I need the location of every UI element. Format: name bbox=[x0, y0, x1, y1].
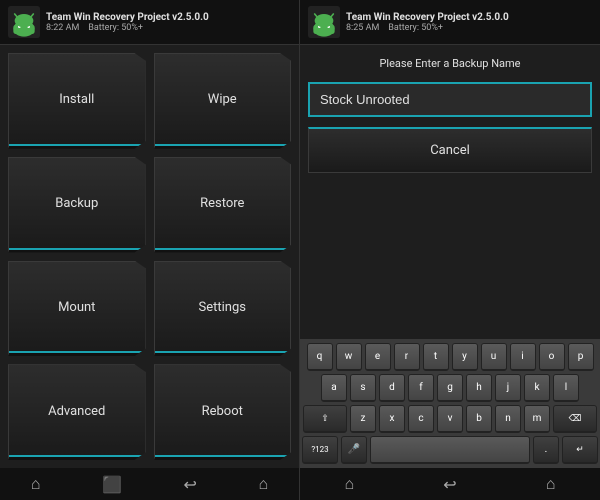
key-u[interactable]: u bbox=[481, 343, 507, 371]
key-e[interactable]: e bbox=[365, 343, 391, 371]
left-nav-bar: ⌂ ⬛ ↩ ⌂ bbox=[0, 468, 299, 500]
backspace-key[interactable]: ⌫ bbox=[553, 405, 597, 433]
left-header: Team Win Recovery Project v2.5.0.0 8:22 … bbox=[0, 0, 299, 45]
backup-prompt: Please Enter a Backup Name bbox=[308, 55, 592, 72]
key-q[interactable]: q bbox=[307, 343, 333, 371]
mount-button[interactable]: Mount bbox=[8, 261, 146, 357]
settings-button[interactable]: Settings bbox=[154, 261, 292, 357]
menu-grid: Install Wipe Backup Restore Mount Settin… bbox=[0, 45, 299, 468]
reboot-button[interactable]: Reboot bbox=[154, 364, 292, 460]
right-time-battery: 8:25 AM Battery: 50%+ bbox=[346, 23, 509, 33]
right-panel: Team Win Recovery Project v2.5.0.0 8:25 … bbox=[300, 0, 600, 500]
restore-button[interactable]: Restore bbox=[154, 157, 292, 253]
keyboard-bottom-row: ?123 🎤 . ↵ bbox=[302, 436, 598, 464]
key-h[interactable]: h bbox=[466, 374, 492, 402]
left-title: Team Win Recovery Project v2.5.0.0 bbox=[46, 12, 209, 23]
key-b[interactable]: b bbox=[466, 405, 492, 433]
cancel-button[interactable]: Cancel bbox=[308, 127, 592, 173]
key-d[interactable]: d bbox=[379, 374, 405, 402]
backup-input-row bbox=[308, 82, 592, 117]
keyboard: q w e r t y u i o p a s d f g h j k l ⇧ … bbox=[300, 339, 600, 468]
keyboard-row-3: ⇧ z x c v b n m ⌫ bbox=[302, 405, 598, 433]
enter-key[interactable]: ↵ bbox=[562, 436, 598, 464]
left-header-info: Team Win Recovery Project v2.5.0.0 8:22 … bbox=[46, 12, 209, 33]
advanced-button[interactable]: Advanced bbox=[8, 364, 146, 460]
key-p[interactable]: p bbox=[568, 343, 594, 371]
right-title: Team Win Recovery Project v2.5.0.0 bbox=[346, 12, 509, 23]
left-back-nav[interactable]: ↩ bbox=[176, 473, 205, 496]
key-m[interactable]: m bbox=[524, 405, 550, 433]
key-f[interactable]: f bbox=[408, 374, 434, 402]
backup-name-input[interactable] bbox=[308, 82, 592, 117]
left-time-battery: 8:22 AM Battery: 50%+ bbox=[46, 23, 209, 33]
key-v[interactable]: v bbox=[437, 405, 463, 433]
mic-key[interactable]: 🎤 bbox=[341, 436, 367, 464]
dot-key[interactable]: . bbox=[533, 436, 559, 464]
right-header: Team Win Recovery Project v2.5.0.0 8:25 … bbox=[300, 0, 600, 45]
left-home2-nav[interactable]: ⌂ bbox=[251, 472, 277, 496]
right-header-info: Team Win Recovery Project v2.5.0.0 8:25 … bbox=[346, 12, 509, 33]
android-logo-left bbox=[8, 6, 40, 38]
right-home-nav[interactable]: ⌂ bbox=[337, 472, 363, 496]
shift-key[interactable]: ⇧ bbox=[303, 405, 347, 433]
backup-button[interactable]: Backup bbox=[8, 157, 146, 253]
key-y[interactable]: y bbox=[452, 343, 478, 371]
android-logo-right bbox=[308, 6, 340, 38]
key-w[interactable]: w bbox=[336, 343, 362, 371]
right-home2-nav[interactable]: ⌂ bbox=[538, 472, 564, 496]
key-x[interactable]: x bbox=[379, 405, 405, 433]
key-s[interactable]: s bbox=[350, 374, 376, 402]
key-i[interactable]: i bbox=[510, 343, 536, 371]
right-nav-bar: ⌂ ↩ ⌂ bbox=[300, 468, 600, 500]
right-back-nav[interactable]: ↩ bbox=[435, 473, 464, 496]
key-c[interactable]: c bbox=[408, 405, 434, 433]
right-content: Please Enter a Backup Name Cancel bbox=[300, 45, 600, 339]
space-key[interactable] bbox=[370, 436, 530, 464]
left-home-nav[interactable]: ⌂ bbox=[23, 472, 49, 496]
key-k[interactable]: k bbox=[524, 374, 550, 402]
key-o[interactable]: o bbox=[539, 343, 565, 371]
keyboard-row-2: a s d f g h j k l bbox=[302, 374, 598, 402]
key-g[interactable]: g bbox=[437, 374, 463, 402]
key-t[interactable]: t bbox=[423, 343, 449, 371]
key-a[interactable]: a bbox=[321, 374, 347, 402]
key-z[interactable]: z bbox=[350, 405, 376, 433]
wipe-button[interactable]: Wipe bbox=[154, 53, 292, 149]
num-key[interactable]: ?123 bbox=[302, 436, 338, 464]
left-recent-nav[interactable]: ⬛ bbox=[94, 473, 130, 496]
key-n[interactable]: n bbox=[495, 405, 521, 433]
left-panel: Team Win Recovery Project v2.5.0.0 8:22 … bbox=[0, 0, 300, 500]
key-l[interactable]: l bbox=[553, 374, 579, 402]
install-button[interactable]: Install bbox=[8, 53, 146, 149]
keyboard-row-1: q w e r t y u i o p bbox=[302, 343, 598, 371]
key-j[interactable]: j bbox=[495, 374, 521, 402]
key-r[interactable]: r bbox=[394, 343, 420, 371]
